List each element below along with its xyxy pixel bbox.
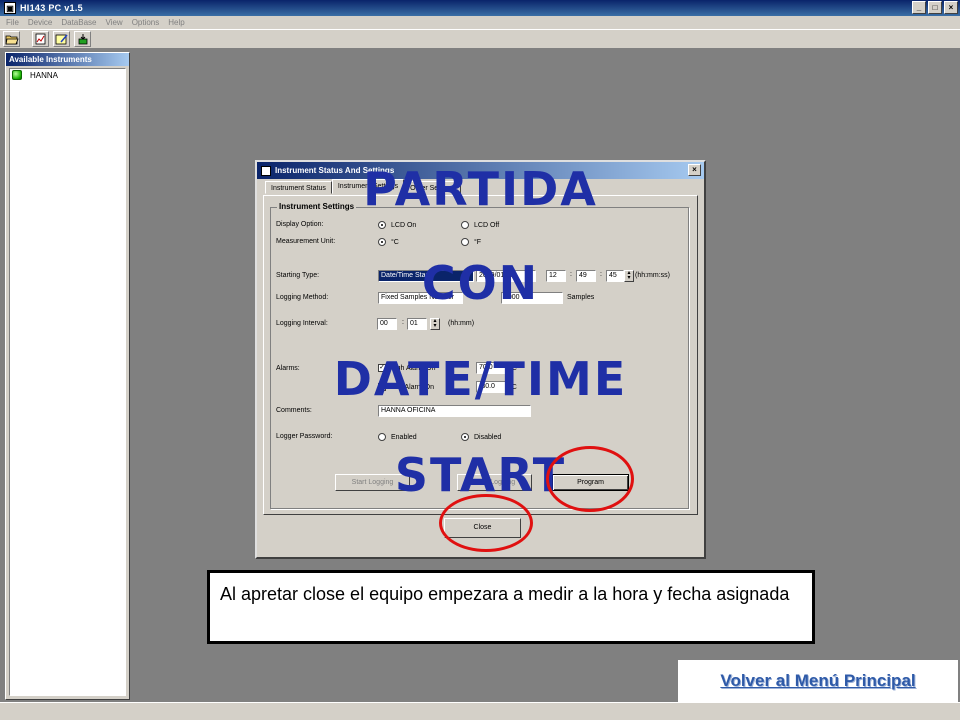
app-title: HI143 PC v1.5	[20, 3, 83, 13]
alarms-label: Alarms:	[276, 365, 300, 372]
tab-instrument-settings[interactable]: Instrument Settings	[331, 179, 405, 194]
status-led-icon	[12, 70, 22, 80]
maximize-button[interactable]: □	[928, 1, 942, 14]
group-title: Instrument Settings	[277, 202, 357, 211]
low-alarm-checkbox[interactable]: ✓ Low Alarm On	[378, 383, 434, 391]
start-hour-field[interactable]: 12	[546, 270, 566, 282]
start-second-field[interactable]: 45	[606, 270, 624, 282]
time-format-hint: (hh:mm:ss)	[635, 272, 670, 279]
instrument-name: HANNA	[30, 70, 59, 80]
download-icon	[78, 34, 87, 45]
edit-button[interactable]	[53, 31, 70, 47]
download-button[interactable]	[74, 31, 91, 47]
menu-database[interactable]: DataBase	[61, 18, 96, 27]
settings-tab-page: Instrument Settings Display Option: LCD …	[263, 195, 698, 515]
app-title-bar: ▣ HI143 PC v1.5 _ □ ×	[0, 0, 960, 16]
interval-format-hint: (hh:mm)	[448, 320, 475, 327]
logging-interval-label: Logging Interval:	[276, 320, 328, 327]
radio-lcd-on-label: LCD On	[391, 221, 417, 229]
starting-type-label: Starting Type:	[276, 272, 320, 279]
logging-method-select[interactable]: Fixed Samples Number	[378, 292, 463, 304]
high-alarm-checkbox[interactable]: ✓ High Alarm On	[378, 364, 436, 372]
dialog-title-bar: Instrument Status And Settings	[257, 162, 704, 179]
high-alarm-label: High Alarm On	[390, 364, 436, 372]
back-link-box: Volver al Menú Principal	[678, 660, 958, 702]
edit-icon	[55, 34, 68, 45]
samples-field[interactable]: 4000	[501, 292, 563, 304]
close-window-button[interactable]: ×	[944, 1, 958, 14]
dialog-close-icon[interactable]: ×	[688, 164, 701, 176]
report-button[interactable]	[32, 31, 49, 47]
low-alarm-unit: °C	[509, 384, 517, 391]
instruments-panel-title: Available Instruments	[6, 53, 129, 66]
high-alarm-unit: °C	[509, 365, 517, 372]
program-button[interactable]: Program	[552, 474, 629, 491]
radio-password-disabled[interactable]: Disabled	[461, 433, 501, 441]
back-to-menu-link[interactable]: Volver al Menú Principal	[720, 671, 915, 691]
start-time-spinner[interactable]: ▴ ▾	[624, 270, 634, 282]
menu-device[interactable]: Device	[28, 18, 52, 27]
radio-fahrenheit[interactable]: °F	[461, 238, 481, 246]
interval-hour-field[interactable]: 00	[377, 318, 397, 330]
menu-bar: File Device DataBase View Options Help	[0, 16, 960, 29]
display-option-label: Display Option:	[276, 221, 324, 228]
radio-lcd-off-label: LCD Off	[474, 221, 500, 229]
radio-fahrenheit-label: °F	[474, 238, 482, 246]
settings-group: Instrument Settings Display Option: LCD …	[270, 202, 689, 509]
report-icon	[35, 33, 45, 45]
tab-other-settings[interactable]: Other Settings	[404, 181, 461, 194]
instruments-panel: Available Instruments HANNA	[5, 52, 130, 700]
instrument-settings-dialog: Instrument Status And Settings × Instrum…	[255, 160, 706, 559]
logger-password-label: Logger Password:	[276, 433, 333, 440]
comments-field[interactable]: HANNA OFICINA	[378, 405, 531, 417]
low-alarm-label: Low Alarm On	[390, 383, 434, 391]
dialog-tabs: Instrument Status Instrument Settings Ot…	[265, 179, 461, 195]
open-folder-icon	[5, 35, 19, 45]
instruments-list: HANNA	[9, 68, 126, 696]
tab-instrument-status[interactable]: Instrument Status	[265, 181, 332, 194]
interval-spinner[interactable]: ▴ ▾	[430, 318, 440, 330]
start-minute-field[interactable]: 49	[576, 270, 596, 282]
samples-label: Samples	[567, 294, 595, 301]
radio-lcd-off[interactable]: LCD Off	[461, 221, 499, 229]
radio-password-disabled-label: Disabled	[474, 433, 502, 441]
close-button[interactable]: Close	[444, 518, 521, 538]
instruction-caption: Al apretar close el equipo empezara a me…	[207, 570, 815, 644]
radio-password-enabled-label: Enabled	[391, 433, 417, 441]
start-logging-button[interactable]: Start Logging	[335, 474, 410, 491]
dialog-title: Instrument Status And Settings	[275, 166, 395, 175]
radio-lcd-on[interactable]: LCD On	[378, 221, 416, 229]
radio-password-enabled[interactable]: Enabled	[378, 433, 417, 441]
radio-celsius[interactable]: °C	[378, 238, 399, 246]
open-folder-button[interactable]	[3, 31, 20, 47]
low-alarm-field[interactable]: -30.0	[476, 381, 506, 393]
high-alarm-field[interactable]: 70.0	[476, 362, 506, 374]
interval-minute-field[interactable]: 01	[407, 318, 427, 330]
app-icon: ▣	[4, 2, 16, 14]
starting-type-select[interactable]: Date/Time Start	[378, 270, 474, 282]
menu-options[interactable]: Options	[132, 18, 160, 27]
radio-celsius-label: °C	[391, 238, 399, 246]
start-date-field[interactable]: 2009/01/13	[476, 270, 536, 282]
colon: :	[570, 271, 572, 278]
comments-label: Comments:	[276, 407, 312, 414]
logging-method-label: Logging Method:	[276, 294, 329, 301]
status-bar	[0, 702, 960, 720]
measurement-unit-label: Measurement Unit:	[276, 238, 336, 245]
colon: :	[600, 271, 602, 278]
menu-help[interactable]: Help	[168, 18, 184, 27]
dialog-icon	[261, 165, 271, 176]
colon: :	[402, 319, 404, 326]
menu-view[interactable]: View	[105, 18, 122, 27]
minimize-button[interactable]: _	[912, 1, 926, 14]
menu-file[interactable]: File	[6, 18, 19, 27]
toolbar	[0, 29, 960, 49]
instrument-item-hanna[interactable]: HANNA	[10, 69, 125, 81]
stop-logging-button[interactable]: Stop Logging	[457, 474, 532, 491]
